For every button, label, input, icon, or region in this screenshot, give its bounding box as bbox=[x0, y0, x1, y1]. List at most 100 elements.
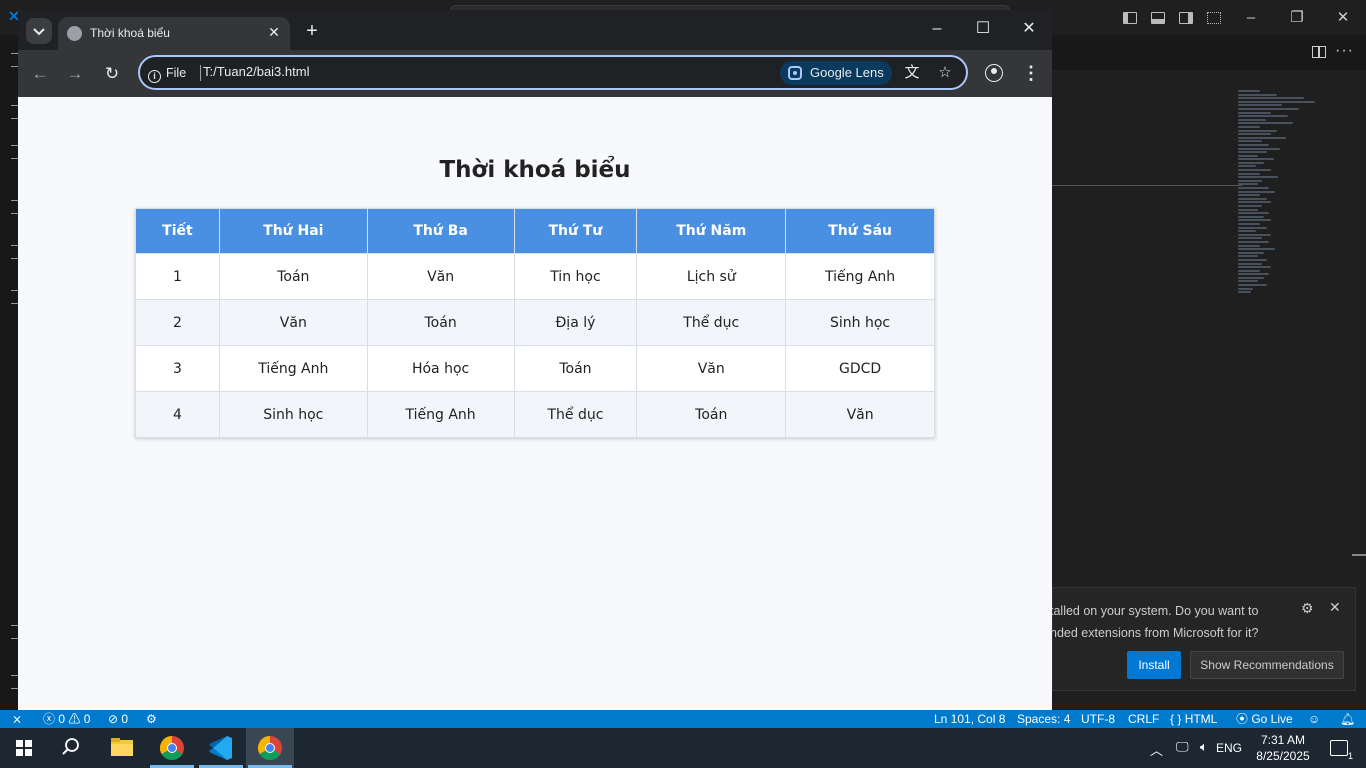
notification-line-2: nded extensions from Microsoft for it? bbox=[1050, 626, 1259, 640]
problems-indicator[interactable]: ⓧ 0 ⚠ 0 bbox=[43, 710, 90, 728]
notifications-bell-icon[interactable]: 🔔︎ bbox=[1340, 710, 1355, 728]
remote-indicator-icon[interactable]: ⨯ bbox=[0, 710, 34, 728]
header-thu-sau: Thứ Sáu bbox=[785, 208, 935, 254]
header-thu-nam: Thứ Năm bbox=[636, 208, 787, 254]
editor-minimap[interactable] bbox=[1238, 90, 1348, 350]
vscode-app-icon[interactable] bbox=[197, 728, 245, 768]
network-icon[interactable]: 🖵︎ bbox=[1176, 739, 1189, 755]
language-label: HTML bbox=[1184, 712, 1218, 726]
translate-icon[interactable]: ⽂ bbox=[902, 63, 922, 83]
extension-recommendation-notification: talled on your system. Do you want to nd… bbox=[1050, 587, 1356, 691]
table-cell: Văn bbox=[218, 299, 368, 346]
table-cell: 4 bbox=[135, 391, 220, 438]
url-text[interactable]: T:/Tuan2/bai3.html bbox=[203, 64, 309, 79]
table-cell: Tiếng Anh bbox=[218, 345, 368, 392]
taskbar-search-icon[interactable] bbox=[62, 738, 80, 756]
table-row: 2 Văn Toán Địa lý Thể dục Sinh học bbox=[135, 299, 935, 346]
table-cell: Tiếng Anh bbox=[366, 391, 515, 438]
globe-favicon-icon bbox=[67, 26, 82, 41]
go-live-button[interactable]: ⦿ Go Live bbox=[1236, 710, 1293, 728]
forward-arrow-icon[interactable]: → bbox=[63, 62, 87, 86]
table-cell: Toán bbox=[513, 345, 638, 392]
page-viewport: Thời khoá biểu Tiết Thứ Hai Thứ Ba Thứ T… bbox=[18, 97, 1052, 710]
language-mode[interactable]: { } HTML bbox=[1170, 710, 1217, 728]
warning-count: 0 bbox=[83, 712, 91, 726]
maximize-icon[interactable]: ☐ bbox=[960, 10, 1006, 50]
address-bar[interactable]: i File T:/Tuan2/bai3.html Google Lens ⽂ ☆ bbox=[138, 55, 968, 90]
timetable: Tiết Thứ Hai Thứ Ba Thứ Tư Thứ Năm Thứ S… bbox=[135, 208, 935, 438]
tray-chevron-up-icon[interactable]: ︿ bbox=[1150, 740, 1163, 759]
site-info-chip[interactable]: i File bbox=[148, 63, 186, 83]
notification-close-icon[interactable]: ✕ bbox=[1329, 599, 1341, 616]
copilot-icon[interactable]: ☺ bbox=[1308, 710, 1320, 728]
vscode-close-icon[interactable]: ✕ bbox=[1320, 0, 1366, 35]
new-tab-plus-icon[interactable]: + bbox=[300, 19, 324, 43]
tab-search-button[interactable] bbox=[26, 18, 52, 44]
table-cell: Tiếng Anh bbox=[785, 253, 935, 300]
encoding[interactable]: UTF-8 bbox=[1081, 710, 1115, 728]
profile-avatar-icon[interactable] bbox=[985, 64, 1003, 82]
action-center-icon[interactable]: 1 bbox=[1330, 740, 1353, 761]
table-cell: Sinh học bbox=[785, 299, 935, 346]
table-cell: Tin học bbox=[513, 253, 638, 300]
info-icon: i bbox=[148, 70, 161, 83]
split-editor-icon[interactable] bbox=[1312, 46, 1326, 58]
table-cell: Toán bbox=[636, 391, 787, 438]
clock-time: 7:31 AM bbox=[1260, 733, 1306, 747]
toggle-panel-icon[interactable] bbox=[1151, 11, 1165, 24]
header-tiet: Tiết bbox=[135, 208, 220, 254]
kebab-menu-icon[interactable]: ⋮ bbox=[1022, 62, 1040, 84]
ports-indicator[interactable]: ⊘ 0 bbox=[108, 710, 128, 728]
start-windows-icon[interactable] bbox=[16, 740, 32, 756]
table-row: 4 Sinh học Tiếng Anh Thể dục Toán Văn bbox=[135, 391, 935, 438]
customize-layout-icon[interactable] bbox=[1207, 11, 1221, 24]
input-language[interactable]: ENG bbox=[1216, 741, 1242, 755]
cursor-position[interactable]: Ln 101, Col 8 bbox=[934, 710, 1005, 728]
table-cell: Toán bbox=[218, 253, 368, 300]
header-thu-tu: Thứ Tư bbox=[513, 208, 638, 254]
indentation[interactable]: Spaces: 4 bbox=[1017, 710, 1070, 728]
notification-count: 1 bbox=[1347, 751, 1353, 761]
table-row: 1 Toán Văn Tin học Lịch sử Tiếng Anh bbox=[135, 253, 935, 300]
browser-tab[interactable]: Thời khoá biểu ✕ bbox=[58, 17, 290, 50]
tab-close-icon[interactable]: ✕ bbox=[266, 24, 282, 40]
toggle-secondary-sidebar-icon[interactable] bbox=[1179, 11, 1193, 24]
vscode-minimize-icon[interactable]: – bbox=[1228, 0, 1274, 35]
clock[interactable]: 7:31 AM 8/25/2025 bbox=[1248, 732, 1318, 764]
line-endings[interactable]: CRLF bbox=[1128, 710, 1159, 728]
close-window-icon[interactable]: ✕ bbox=[1006, 10, 1052, 50]
tab-strip: Thời khoá biểu ✕ + – ☐ ✕ bbox=[18, 10, 1052, 50]
table-cell: GDCD bbox=[785, 345, 935, 392]
install-button[interactable]: Install bbox=[1127, 651, 1181, 679]
chrome-app-icon-active[interactable] bbox=[246, 728, 294, 768]
table-cell: 2 bbox=[135, 299, 220, 346]
editor-scrollbar[interactable] bbox=[1352, 554, 1366, 556]
table-cell: 3 bbox=[135, 345, 220, 392]
debug-status-icon[interactable]: ⚙ bbox=[146, 710, 157, 728]
header-thu-ba: Thứ Ba bbox=[366, 208, 515, 254]
tab-title: Thời khoá biểu bbox=[90, 26, 170, 40]
notification-settings-gear-icon[interactable]: ⚙ bbox=[1301, 600, 1314, 617]
site-info-label: File bbox=[166, 66, 187, 80]
url-cursor bbox=[200, 65, 201, 81]
volume-muted-icon[interactable]: 🔈︎ bbox=[1200, 739, 1208, 755]
file-explorer-app-icon[interactable] bbox=[98, 728, 146, 768]
bookmark-star-icon[interactable]: ☆ bbox=[935, 63, 955, 83]
back-arrow-icon[interactable]: ← bbox=[28, 62, 52, 86]
vscode-activity-bar bbox=[0, 35, 19, 710]
clock-date: 8/25/2025 bbox=[1256, 749, 1310, 763]
table-cell: Toán bbox=[366, 299, 515, 346]
toggle-primary-sidebar-icon[interactable] bbox=[1123, 11, 1137, 24]
table-cell: Văn bbox=[636, 345, 787, 392]
vscode-status-bar: ⨯ ⓧ 0 ⚠ 0 ⊘ 0 ⚙ Ln 101, Col 8 Spaces: 4 … bbox=[0, 710, 1366, 728]
go-live-label: Go Live bbox=[1251, 712, 1293, 726]
show-recommendations-button[interactable]: Show Recommendations bbox=[1190, 651, 1344, 679]
chrome-app-icon[interactable] bbox=[148, 728, 196, 768]
table-cell: Lịch sử bbox=[636, 253, 787, 300]
reload-icon[interactable]: ↻ bbox=[100, 62, 124, 86]
google-lens-button[interactable]: Google Lens bbox=[780, 61, 892, 85]
more-actions-icon[interactable]: ··· bbox=[1335, 42, 1354, 60]
minimize-icon[interactable]: – bbox=[914, 10, 960, 50]
vscode-restore-icon[interactable]: ❐ bbox=[1274, 0, 1320, 35]
lens-camera-icon bbox=[788, 66, 802, 80]
